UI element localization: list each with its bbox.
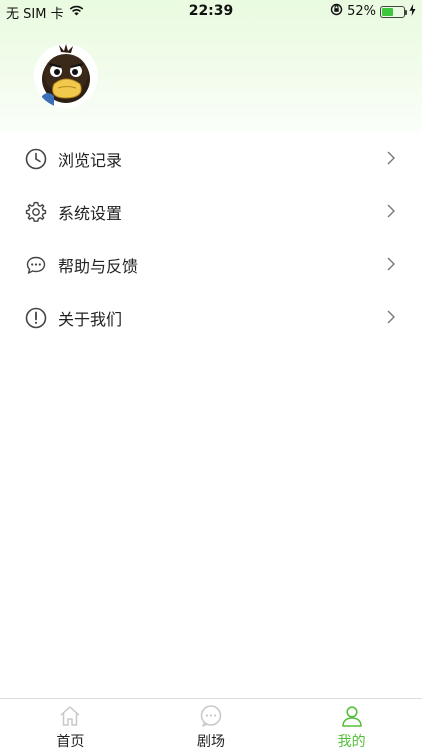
chevron-right-icon <box>386 203 396 219</box>
tab-home[interactable]: 首页 <box>0 699 141 750</box>
battery-icon <box>380 5 407 18</box>
tab-bar: 首页 剧场 我的 <box>0 698 422 750</box>
status-bar: 无 SIM 卡 22:39 52% <box>0 0 422 22</box>
charging-bolt-icon <box>409 3 416 20</box>
settings-menu: 浏览记录 系统设置 帮助与反馈 关于我们 <box>0 132 422 344</box>
avatar[interactable] <box>34 44 98 108</box>
chevron-right-icon <box>386 150 396 166</box>
chat-bubble-icon <box>24 253 48 277</box>
chat-icon <box>199 704 223 728</box>
menu-item-label: 浏览记录 <box>58 150 123 170</box>
menu-item-about-us[interactable]: 关于我们 <box>0 291 422 344</box>
battery-fill <box>382 7 393 16</box>
gear-icon <box>24 200 48 224</box>
battery-percent: 52% <box>347 4 376 19</box>
tab-label: 首页 <box>56 734 85 750</box>
rotation-lock-icon <box>330 3 343 20</box>
menu-item-settings[interactable]: 系统设置 <box>0 185 422 238</box>
status-right: 52% <box>330 3 416 20</box>
user-icon <box>340 704 364 728</box>
chevron-right-icon <box>386 256 396 272</box>
menu-item-help-feedback[interactable]: 帮助与反馈 <box>0 238 422 291</box>
screen: 无 SIM 卡 22:39 52% 浏览记录 系统设置 帮助与反馈 关于我们 首… <box>0 0 422 750</box>
tab-mine[interactable]: 我的 <box>281 699 422 750</box>
chevron-right-icon <box>386 309 396 325</box>
home-icon <box>58 704 82 728</box>
menu-item-label: 系统设置 <box>58 203 123 223</box>
cartoon-bird-avatar-icon <box>34 44 98 108</box>
menu-item-history[interactable]: 浏览记录 <box>0 132 422 185</box>
clock-icon <box>24 147 48 171</box>
tab-theater[interactable]: 剧场 <box>141 699 282 750</box>
info-icon <box>24 306 48 330</box>
battery-cap <box>405 9 407 15</box>
tab-label: 我的 <box>337 734 366 750</box>
menu-item-label: 帮助与反馈 <box>58 256 139 276</box>
tab-label: 剧场 <box>197 734 225 750</box>
menu-item-label: 关于我们 <box>58 309 123 329</box>
